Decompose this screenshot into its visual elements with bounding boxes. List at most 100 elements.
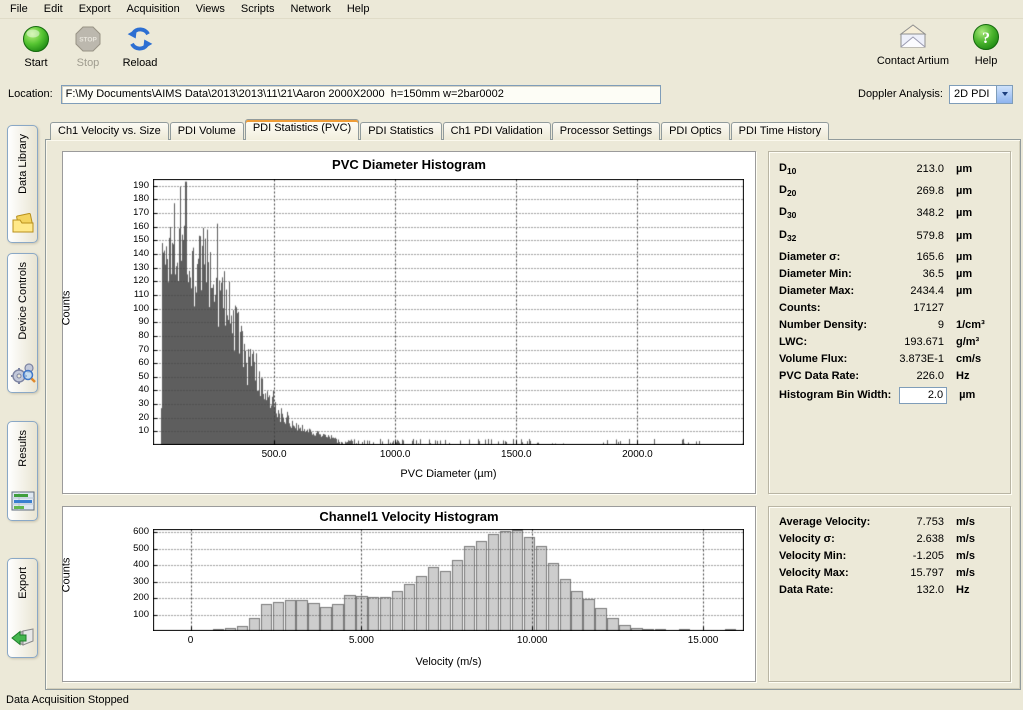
velocity-histogram-panel: Channel1 Velocity Histogram Counts Veloc… [62, 506, 756, 682]
stat-value: 7.753 [884, 516, 944, 528]
stat-unit: µm [956, 251, 1000, 263]
menu-item-acquisition[interactable]: Acquisition [119, 1, 188, 17]
sidebar-item-label: Export [17, 567, 29, 599]
mail-icon [897, 21, 929, 53]
help-button[interactable]: ? Help [963, 21, 1009, 67]
stat-label: LWC: [779, 336, 884, 348]
stat-value: 213.0 [884, 163, 944, 175]
tab-page-pdi-statistics-pvc: PVC Diameter Histogram Counts PVC Diamet… [45, 139, 1021, 690]
chart-title: Channel1 Velocity Histogram [63, 509, 755, 524]
y-tick-label: 10 [117, 426, 149, 436]
stat-value: 15.797 [884, 567, 944, 579]
stat-unit: µm [956, 268, 1000, 280]
stat-row: Velocity Max:15.797m/s [779, 567, 1000, 579]
stat-label: Velocity σ: [779, 533, 884, 545]
stat-row: Diameter σ:165.6µm [779, 251, 1000, 263]
contact-artium-button[interactable]: Contact Artium [873, 21, 953, 67]
stop-button[interactable]: STOP Stop [62, 21, 114, 69]
stat-value: 17127 [884, 302, 944, 314]
main-area: Data Library Device Controls [0, 119, 1023, 690]
stat-label: PVC Data Rate: [779, 370, 884, 382]
menu-item-views[interactable]: Views [188, 1, 233, 17]
stat-value: 132.0 [884, 584, 944, 596]
x-tick-label: 5.000 [333, 635, 389, 646]
menu-item-export[interactable]: Export [71, 1, 119, 17]
tab-processor-settings[interactable]: Processor Settings [552, 122, 660, 140]
location-input[interactable] [61, 85, 661, 104]
stat-row: Volume Flux:3.873E-1cm/s [779, 353, 1000, 365]
sidebar-item-data-library[interactable]: Data Library [7, 125, 38, 243]
menu-item-scripts[interactable]: Scripts [233, 1, 283, 17]
y-tick-label: 80 [117, 331, 149, 341]
tab-ch1-pdi-validation[interactable]: Ch1 PDI Validation [443, 122, 551, 140]
y-tick-label: 200 [117, 593, 149, 603]
gears-icon [10, 360, 36, 386]
stat-label: Diameter σ: [779, 251, 884, 263]
reload-button[interactable]: Reload [114, 21, 166, 69]
doppler-analysis-label: Doppler Analysis: [858, 88, 943, 100]
tab-ch1-velocity-vs-size[interactable]: Ch1 Velocity vs. Size [50, 122, 169, 140]
x-tick-label: 10.000 [504, 635, 560, 646]
sidebar-item-device-controls[interactable]: Device Controls [7, 253, 38, 393]
stat-label: D20 [779, 184, 884, 198]
y-tick-label: 70 [117, 345, 149, 355]
stat-unit: m/s [956, 533, 1000, 545]
stat-unit: 1/cm³ [956, 319, 1000, 331]
svg-text:?: ? [982, 30, 990, 47]
stat-unit: µm [956, 163, 1000, 175]
stat-unit: Hz [956, 370, 1000, 382]
stat-label: Data Rate: [779, 584, 884, 596]
y-tick-label: 180 [117, 194, 149, 204]
tab-pdi-statistics-pvc[interactable]: PDI Statistics (PVC) [245, 119, 359, 140]
x-axis-title: PVC Diameter (µm) [153, 468, 744, 480]
stat-label: Diameter Min: [779, 268, 884, 280]
y-tick-label: 170 [117, 208, 149, 218]
reload-button-label: Reload [123, 57, 158, 69]
y-tick-label: 50 [117, 372, 149, 382]
chart-title: PVC Diameter Histogram [63, 157, 755, 172]
y-tick-label: 500 [117, 544, 149, 554]
tab-pdi-volume[interactable]: PDI Volume [170, 122, 244, 140]
stat-row: D20269.8µm [779, 184, 1000, 198]
chevron-down-icon[interactable] [996, 86, 1012, 103]
y-tick-label: 190 [117, 181, 149, 191]
sidebar-item-export[interactable]: Export [7, 558, 38, 658]
menu-item-file[interactable]: File [2, 1, 36, 17]
stat-value: 348.2 [884, 207, 944, 219]
status-bar: Data Acquisition Stopped [0, 690, 1023, 710]
x-tick-label: 1500.0 [488, 449, 544, 460]
app-window: FileEditExportAcquisitionViewsScriptsNet… [0, 0, 1023, 710]
sidebar-item-label: Device Controls [17, 262, 29, 340]
histogram-bin-width-input[interactable] [899, 387, 947, 404]
tab-pdi-optics[interactable]: PDI Optics [661, 122, 730, 140]
stat-label: Volume Flux: [779, 353, 884, 365]
stat-label: Histogram Bin Width: [779, 389, 891, 401]
menu-item-network[interactable]: Network [282, 1, 338, 17]
export-arrow-icon [10, 625, 36, 651]
menu-item-help[interactable]: Help [339, 1, 378, 17]
stat-label: D10 [779, 162, 884, 176]
stat-row: Diameter Min:36.5µm [779, 268, 1000, 280]
start-button[interactable]: Start [10, 21, 62, 69]
stat-row: D10213.0 µm [779, 162, 1000, 176]
stat-row: D30348.2µm [779, 206, 1000, 220]
doppler-analysis-select[interactable]: 2D PDI [949, 85, 1013, 104]
tab-pdi-statistics[interactable]: PDI Statistics [360, 122, 441, 140]
menu-item-edit[interactable]: Edit [36, 1, 71, 17]
stat-unit: µm [956, 207, 1000, 219]
svg-text:STOP: STOP [79, 37, 97, 44]
stat-row: Velocity Min:-1.205m/s [779, 550, 1000, 562]
x-tick-label: 2000.0 [609, 449, 665, 460]
stat-row: Velocity σ:2.638m/s [779, 533, 1000, 545]
x-axis-title: Velocity (m/s) [153, 656, 744, 668]
help-button-label: Help [975, 55, 998, 67]
tab-pdi-time-history[interactable]: PDI Time History [731, 122, 830, 140]
toolbar: Start STOP Stop [0, 19, 1023, 81]
sidebar-item-results[interactable]: Results [7, 421, 38, 521]
stat-value [891, 387, 947, 404]
x-tick-label: 500.0 [246, 449, 302, 460]
y-tick-label: 20 [117, 413, 149, 423]
stat-value: 269.8 [884, 185, 944, 197]
y-tick-label: 300 [117, 577, 149, 587]
y-tick-label: 600 [117, 527, 149, 537]
